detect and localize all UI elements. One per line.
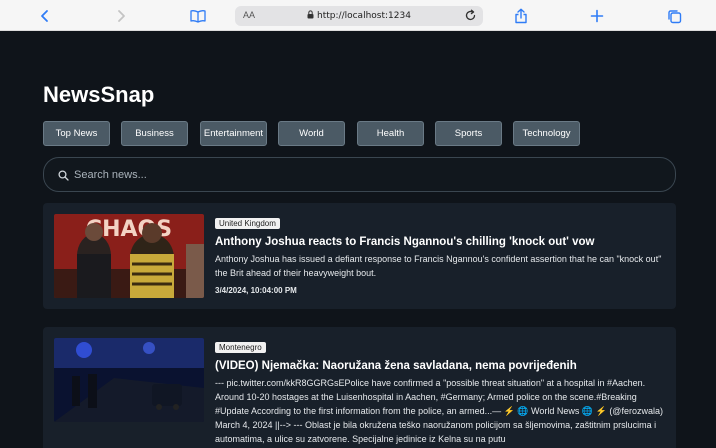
- browser-toolbar: AA http://localhost:1234: [0, 0, 716, 31]
- street-photo: [54, 338, 204, 422]
- article-body: Montenegro (VIDEO) Njemačka: Naoružana ž…: [215, 337, 666, 446]
- category-sports[interactable]: Sports: [435, 121, 502, 146]
- category-world[interactable]: World: [278, 121, 345, 146]
- boxing-photo: CHAOS: [54, 214, 204, 298]
- country-badge: United Kingdom: [215, 218, 280, 229]
- article-body: United Kingdom Anthony Joshua reacts to …: [215, 213, 666, 295]
- chevron-left-icon: [41, 10, 48, 22]
- article-title[interactable]: (VIDEO) Njemačka: Naoružana žena savlada…: [215, 360, 666, 372]
- category-entertainment[interactable]: Entertainment: [200, 121, 267, 146]
- article-card[interactable]: CHAOS United Kingdom Anthony Joshua reac…: [43, 203, 676, 309]
- country-badge: Montenegro: [215, 342, 266, 353]
- search-icon: [58, 170, 69, 181]
- category-technology[interactable]: Technology: [513, 121, 580, 146]
- share-icon: [515, 8, 527, 24]
- search-box: [43, 157, 676, 192]
- article-description: Anthony Joshua has issued a defiant resp…: [215, 254, 662, 278]
- plus-icon: [590, 9, 604, 23]
- chevron-right-icon: [118, 10, 125, 22]
- forward-button[interactable]: [110, 5, 132, 27]
- address-bar[interactable]: AA http://localhost:1234: [235, 6, 483, 26]
- article-card[interactable]: Montenegro (VIDEO) Njemačka: Naoružana ž…: [43, 327, 676, 448]
- url-text: http://localhost:1234: [317, 11, 411, 21]
- tabs-icon: [667, 9, 681, 23]
- back-button[interactable]: [34, 5, 56, 27]
- reload-icon[interactable]: [464, 9, 477, 22]
- article-date: 3/4/2024, 10:04:00 PM: [215, 286, 297, 295]
- bookmarks-button[interactable]: [187, 5, 209, 27]
- page-title: NewsSnap: [43, 82, 155, 107]
- article-thumbnail[interactable]: CHAOS: [54, 214, 204, 298]
- share-button[interactable]: [510, 5, 532, 27]
- category-top-news[interactable]: Top News: [43, 121, 110, 146]
- tabs-overview-button[interactable]: [663, 5, 685, 27]
- app-page: NewsSnap Top News Business Entertainment…: [0, 31, 716, 448]
- category-health[interactable]: Health: [357, 121, 424, 146]
- search-input[interactable]: [74, 167, 654, 183]
- article-description: --- pic.twitter.com/kkR8GGRGsEPolice hav…: [215, 378, 663, 444]
- article-title[interactable]: Anthony Joshua reacts to Francis Ngannou…: [215, 236, 666, 248]
- category-business[interactable]: Business: [121, 121, 188, 146]
- book-icon: [190, 10, 206, 23]
- article-thumbnail[interactable]: [54, 338, 204, 422]
- lock-icon: [307, 10, 314, 19]
- new-tab-button[interactable]: [586, 5, 608, 27]
